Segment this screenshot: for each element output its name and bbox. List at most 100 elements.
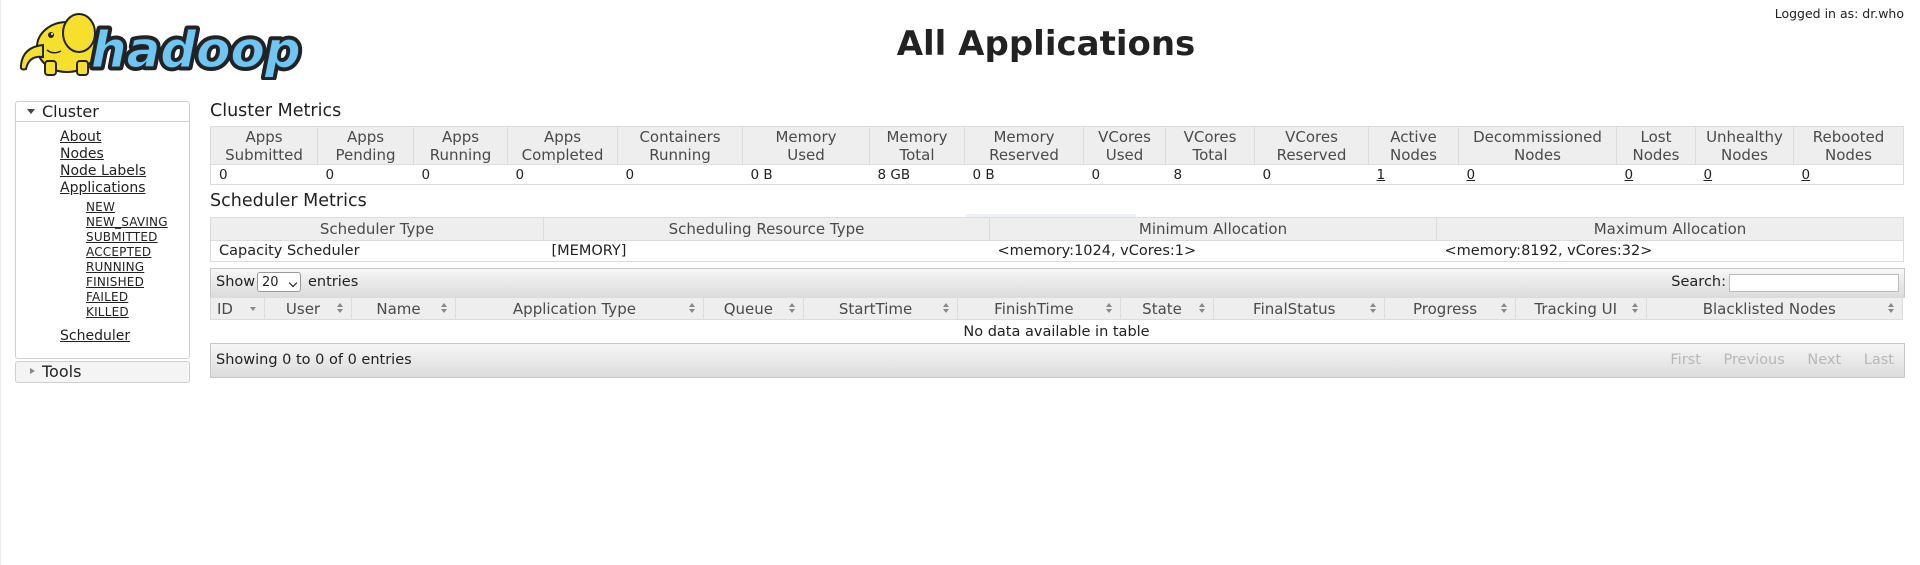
sort-down-arrow-icon	[789, 309, 796, 313]
sort-down-arrow-icon	[1199, 309, 1206, 313]
pager-last-button[interactable]: Last	[1864, 352, 1894, 368]
metrics-col-label-line2: Pending	[335, 145, 396, 164]
nav-link-scheduler[interactable]: Scheduler	[60, 328, 130, 344]
metrics-value-cell: 0	[507, 164, 618, 185]
apps-col-label: ID	[217, 299, 233, 318]
metrics-value-link[interactable]: 1	[1377, 167, 1386, 183]
metrics-value-cell[interactable]: 0	[1458, 164, 1617, 185]
apps-col-header[interactable]: State	[1119, 297, 1215, 320]
nav-state-failed[interactable]: FAILED	[86, 290, 128, 304]
scheduler-col-header: Maximum Allocation	[1436, 217, 1904, 241]
sort-up-arrow-icon	[336, 303, 343, 307]
apps-col-header[interactable]: ID	[209, 297, 266, 320]
page-length-select[interactable]: 20	[257, 272, 301, 292]
metrics-col-label-line2: Nodes	[1390, 145, 1437, 164]
entries-label: entries	[308, 274, 359, 290]
nav-state-new-saving[interactable]: NEW_SAVING	[86, 215, 168, 229]
pager-previous-button[interactable]: Previous	[1724, 352, 1785, 368]
scheduler-metrics-table: Scheduler Type Scheduling Resource Type Mi…	[210, 217, 1904, 262]
nav-state-accepted[interactable]: ACCEPTED	[86, 245, 151, 259]
apps-col-header[interactable]: FinishTime	[956, 297, 1121, 320]
apps-table-toolbar: Show 20 entries Search:	[210, 268, 1905, 298]
metrics-value-link[interactable]: 0	[1704, 167, 1713, 183]
metrics-col-label-line2: Nodes	[1632, 145, 1680, 164]
nav-tools-section[interactable]: Tools	[15, 361, 190, 383]
sort-both-icon	[336, 303, 343, 315]
sort-down-arrow-icon	[1370, 309, 1377, 313]
apps-col-header[interactable]: Progress	[1384, 297, 1516, 320]
apps-col-label: StartTime	[838, 299, 913, 318]
metrics-col-label-line2: Reserved	[1276, 145, 1347, 164]
sort-up-arrow-icon	[1199, 303, 1206, 307]
nav-link-applications[interactable]: Applications	[60, 180, 146, 196]
apps-col-header[interactable]: Queue	[702, 297, 805, 320]
sort-both-icon	[942, 303, 949, 315]
sort-down-arrow-icon	[1105, 309, 1112, 313]
nav-state-new[interactable]: NEW	[86, 200, 115, 214]
apps-col-header[interactable]: StartTime	[803, 297, 958, 320]
pager-next-button[interactable]: Next	[1807, 352, 1841, 368]
metrics-value: 8 GB	[877, 166, 911, 183]
metrics-col-label-line1: Apps	[245, 127, 283, 146]
search-input[interactable]	[1729, 274, 1899, 292]
metrics-col-label-line1: Memory	[775, 127, 837, 146]
sort-up-arrow-icon	[688, 303, 695, 307]
apps-col-header[interactable]: User	[264, 297, 352, 320]
nav-cluster-header[interactable]: Cluster	[16, 102, 189, 122]
metrics-value-cell: 0	[617, 164, 743, 185]
metrics-col-header: Memory Used	[742, 126, 870, 165]
metrics-value: 0	[1091, 166, 1101, 183]
apps-col-label: Blacklisted Nodes	[1702, 299, 1836, 318]
metrics-value-cell[interactable]: 0	[1695, 164, 1794, 185]
nav-state-finished[interactable]: FINISHED	[86, 275, 144, 289]
sort-down-arrow-icon	[942, 309, 949, 313]
apps-empty-row: No data available in table	[211, 320, 1903, 345]
sort-both-icon	[441, 303, 448, 315]
apps-header-row: ID User Name Application Type Queue StartTime…	[209, 297, 1904, 320]
metrics-col-label-line2: Nodes	[1825, 145, 1872, 164]
sort-both-icon	[1631, 303, 1638, 315]
metrics-col-label-line2: Reserved	[989, 145, 1059, 164]
metrics-col-label-line1: Memory	[886, 127, 948, 146]
metrics-value-link[interactable]: 0	[1625, 167, 1634, 183]
apps-col-header[interactable]: Application Type	[455, 297, 704, 320]
sort-up-arrow-icon	[1105, 303, 1112, 307]
apps-col-header[interactable]: Tracking UI	[1514, 297, 1647, 320]
nav-cluster-label: Cluster	[42, 102, 99, 121]
metrics-col-label-line1: Apps	[543, 127, 582, 146]
metrics-value: 0	[421, 166, 431, 183]
sort-down-arrow-icon	[1500, 309, 1507, 313]
metrics-value: 8	[1173, 166, 1183, 183]
nav-state-submitted[interactable]: SUBMITTED	[86, 230, 158, 244]
metrics-col-label-line1: Lost	[1640, 127, 1672, 146]
nav-link-node-labels[interactable]: Node Labels	[60, 163, 146, 179]
apps-col-label: FinalStatus	[1253, 299, 1336, 318]
apps-table-footer: Showing 0 to 0 of 0 entries First Previo…	[210, 343, 1905, 378]
metrics-col-header: Unhealthy Nodes	[1695, 126, 1794, 165]
show-label: Show	[216, 274, 256, 290]
scheduler-metrics-value-row: Capacity Scheduler [MEMORY] <memory:1024, …	[210, 240, 1904, 262]
apps-col-header[interactable]: Name	[350, 297, 457, 320]
page-length-value: 20	[262, 275, 279, 290]
metrics-value-link[interactable]: 0	[1802, 167, 1811, 183]
metrics-value-link[interactable]: 0	[1467, 167, 1476, 183]
sort-both-icon	[1500, 303, 1507, 315]
metrics-value-cell[interactable]: 0	[1616, 164, 1696, 185]
metrics-value-cell[interactable]: 1	[1368, 164, 1459, 185]
sort-up-arrow-icon	[1631, 303, 1638, 307]
metrics-col-header: VCores Reserved	[1254, 126, 1369, 165]
sort-both-icon	[789, 303, 796, 315]
apps-col-header[interactable]: Blacklisted Nodes	[1645, 297, 1904, 320]
nav-link-about[interactable]: About	[60, 129, 101, 145]
nav-state-running[interactable]: RUNNING	[86, 260, 144, 274]
metrics-col-label-line1: Apps	[441, 127, 480, 146]
nav-tools-header[interactable]: Tools	[16, 362, 189, 381]
metrics-col-header: Memory Total	[869, 126, 965, 165]
nav-link-nodes[interactable]: Nodes	[60, 146, 104, 162]
pager-first-button[interactable]: First	[1670, 352, 1701, 368]
apps-col-header[interactable]: FinalStatus	[1213, 297, 1386, 320]
metrics-value-cell[interactable]: 0	[1793, 164, 1904, 185]
metrics-value-cell: 0 B	[742, 164, 870, 185]
sort-down-arrow-icon	[1888, 309, 1894, 313]
nav-state-killed[interactable]: KILLED	[86, 305, 129, 319]
